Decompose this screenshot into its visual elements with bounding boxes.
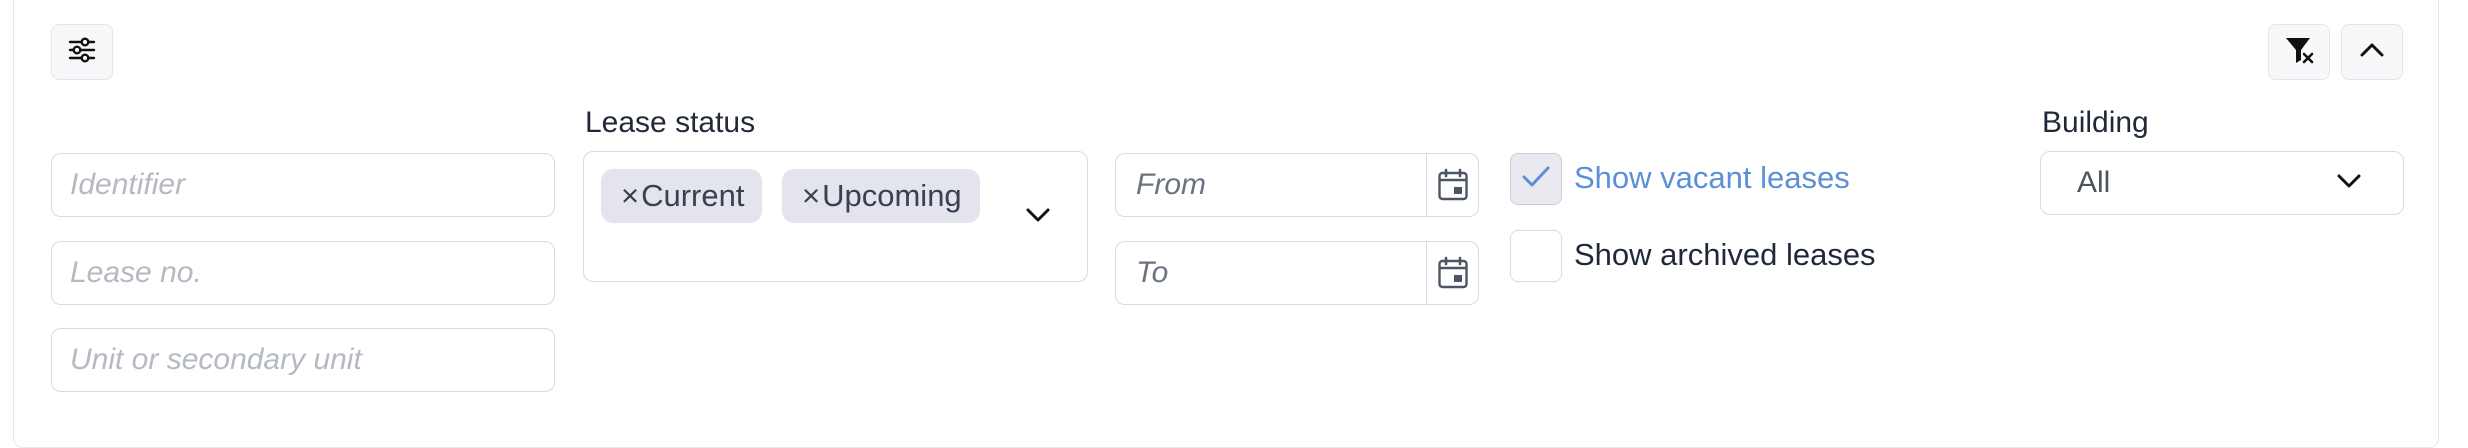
building-selected-value: All — [2077, 166, 2111, 199]
lease-no-input[interactable]: Lease no. — [51, 241, 555, 305]
chip-remove-icon[interactable]: × — [621, 178, 639, 214]
collapse-filters-button[interactable] — [2341, 24, 2403, 80]
filter-clear-icon — [2283, 35, 2315, 70]
check-icon — [1521, 165, 1551, 194]
date-to-input[interactable]: To — [1115, 241, 1479, 305]
identifier-input[interactable]: Identifier — [51, 153, 555, 217]
status-chip-current[interactable]: × Current — [601, 169, 763, 223]
filter-settings-button[interactable] — [51, 24, 113, 80]
show-vacant-checkbox[interactable] — [1510, 153, 1562, 205]
chip-label: Current — [641, 178, 745, 213]
show-archived-label[interactable]: Show archived leases — [1574, 237, 1876, 273]
identifier-placeholder: Identifier — [70, 168, 186, 201]
show-archived-checkbox[interactable] — [1510, 230, 1562, 282]
unit-placeholder: Unit or secondary unit — [70, 343, 362, 376]
calendar-icon[interactable] — [1426, 242, 1478, 304]
status-chip-upcoming[interactable]: × Upcoming — [782, 169, 980, 223]
building-select[interactable]: All — [2040, 151, 2404, 215]
date-from-input[interactable]: From — [1115, 153, 1479, 217]
chevron-up-icon — [2359, 42, 2385, 63]
chip-label: Upcoming — [822, 178, 962, 213]
lease-no-placeholder: Lease no. — [70, 256, 202, 289]
clear-filters-button[interactable] — [2268, 24, 2330, 80]
calendar-icon[interactable] — [1426, 154, 1478, 216]
building-label: Building — [2042, 106, 2149, 139]
chip-remove-icon[interactable]: × — [802, 178, 820, 214]
unit-input[interactable]: Unit or secondary unit — [51, 328, 555, 392]
chevron-down-icon[interactable] — [1024, 206, 1052, 229]
chevron-down-icon — [2335, 172, 2363, 195]
sliders-icon — [68, 37, 96, 68]
lease-status-multiselect[interactable]: × Current × Upcoming — [583, 151, 1088, 282]
show-vacant-label[interactable]: Show vacant leases — [1574, 160, 1850, 196]
date-from-placeholder: From — [1136, 168, 1206, 201]
date-to-placeholder: To — [1136, 256, 1169, 289]
lease-status-label: Lease status — [585, 106, 756, 139]
